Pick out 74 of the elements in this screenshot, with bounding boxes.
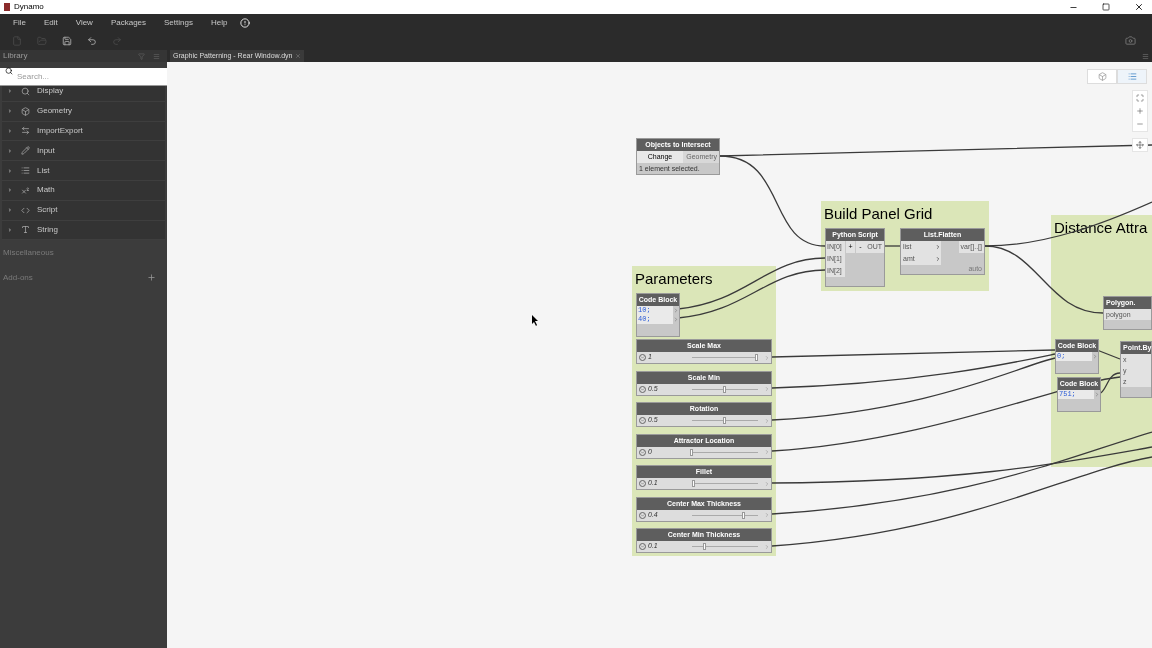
cube-icon — [21, 106, 30, 116]
graph-canvas[interactable] — [167, 62, 1152, 648]
menu-item[interactable]: View — [66, 16, 102, 29]
app-logo-icon — [4, 3, 10, 11]
search-icon — [21, 86, 30, 96]
code-icon — [21, 205, 30, 215]
nodes-icon — [1127, 72, 1137, 81]
expand-icon — [7, 147, 13, 154]
expand-icon — [7, 88, 13, 95]
library-title: Library — [3, 50, 28, 62]
library-category[interactable]: Display — [2, 82, 165, 102]
menu-item[interactable]: Packages — [101, 16, 156, 29]
expand-icon[interactable] — [639, 417, 646, 424]
slider-thumb[interactable] — [741, 511, 745, 519]
slider-thumb[interactable] — [690, 448, 693, 456]
menu-item[interactable]: Settings — [155, 16, 202, 29]
group-title: Build Panel Grid — [824, 205, 933, 222]
cube-icon — [1097, 72, 1107, 81]
close-tab-icon[interactable] — [295, 53, 302, 59]
expand-icon — [7, 187, 13, 194]
slider-thumb[interactable] — [754, 354, 758, 361]
menu-icon[interactable] — [153, 52, 160, 60]
slider-thumb[interactable] — [723, 417, 727, 424]
alert-icon[interactable] — [240, 17, 251, 28]
add-icon[interactable] — [147, 273, 156, 283]
pan-icon — [1136, 141, 1144, 149]
expand-icon[interactable] — [639, 511, 646, 519]
menu-icon[interactable] — [1142, 53, 1149, 60]
superscript-icon — [21, 185, 30, 195]
text-icon — [21, 225, 30, 235]
geometry-view-button[interactable] — [1087, 69, 1117, 84]
search-icon — [5, 67, 13, 75]
library-category[interactable]: String — [2, 220, 165, 241]
search-field[interactable]: Search... — [0, 68, 167, 86]
zoom-out-icon[interactable] — [1136, 120, 1144, 128]
arrows-icon — [21, 126, 30, 136]
list-icon — [21, 166, 30, 176]
expand-icon[interactable] — [639, 354, 646, 361]
library-category[interactable]: Script — [2, 200, 165, 221]
slider-thumb[interactable] — [723, 385, 727, 393]
window-title: Dynamo — [14, 1, 44, 13]
library-category[interactable]: Geometry — [2, 101, 165, 122]
library-category[interactable]: ImportExport — [2, 121, 165, 142]
pencil-icon — [21, 146, 30, 156]
cursor-icon — [532, 315, 539, 326]
expand-icon — [7, 167, 13, 174]
expand-icon — [7, 226, 13, 233]
menu-item[interactable]: File — [4, 16, 35, 29]
graph-view-button[interactable] — [1117, 69, 1147, 84]
expand-icon[interactable] — [639, 480, 646, 487]
library-category[interactable]: Input — [2, 141, 165, 162]
expand-icon — [7, 108, 13, 115]
connector-wire — [884, 245, 901, 247]
expand-icon — [7, 207, 13, 214]
library-category[interactable]: Math — [2, 181, 165, 201]
maximize-icon[interactable] — [1102, 3, 1110, 11]
camera-icon[interactable] — [1125, 35, 1136, 46]
pan-button[interactable] — [1132, 138, 1148, 152]
expand-icon[interactable] — [639, 543, 646, 550]
close-icon[interactable] — [1134, 2, 1144, 12]
slider-thumb[interactable] — [703, 543, 707, 550]
zoom-in-icon[interactable] — [1136, 107, 1144, 115]
save-icon[interactable] — [62, 35, 72, 46]
zoom-fit-icon[interactable] — [1136, 94, 1144, 102]
library-category[interactable]: List — [2, 161, 165, 181]
expand-icon[interactable] — [639, 385, 646, 393]
expand-icon[interactable] — [639, 448, 646, 456]
undo-icon[interactable] — [87, 35, 97, 46]
connector-wire — [1096, 349, 1121, 360]
slider-thumb[interactable] — [692, 480, 695, 487]
menu-item[interactable]: Edit — [34, 16, 67, 29]
menu-item[interactable]: Help — [201, 16, 237, 29]
expand-icon — [7, 128, 13, 134]
group-title: Parameters — [635, 270, 713, 287]
